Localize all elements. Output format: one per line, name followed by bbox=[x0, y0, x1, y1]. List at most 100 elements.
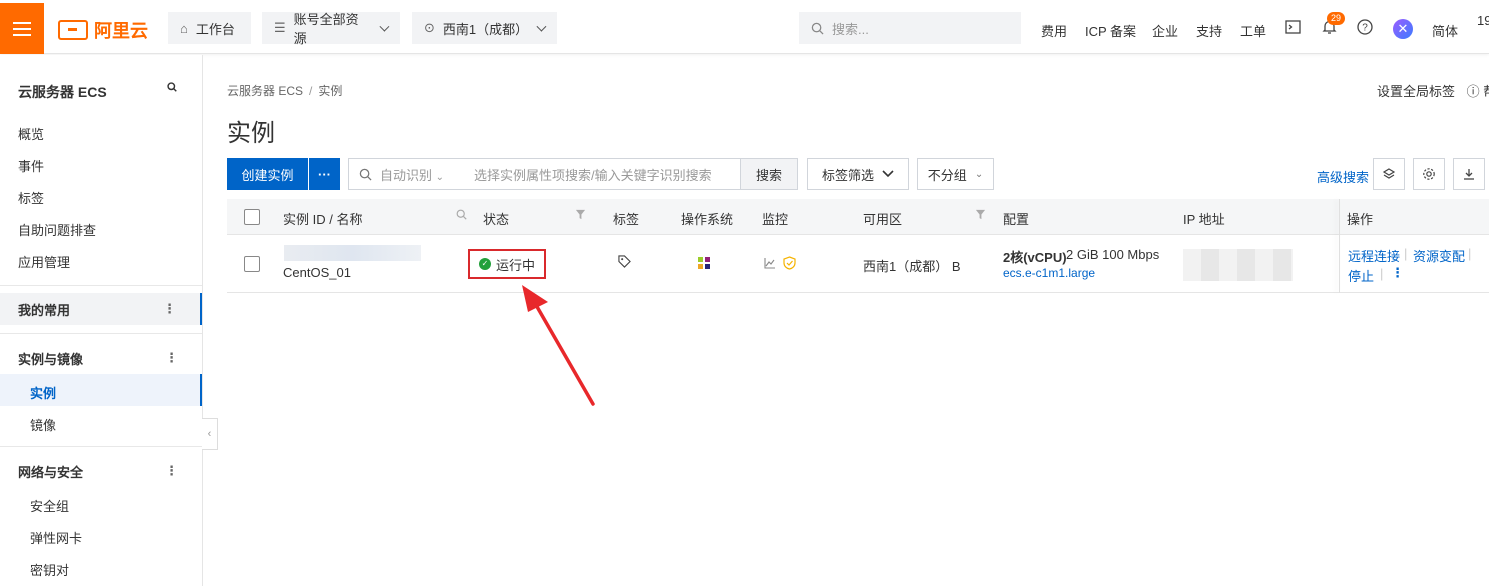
tag-filter-dropdown[interactable]: 标签筛选 bbox=[807, 158, 909, 190]
top-right-actions: 设置全局标签 ⓘ 帮助 bbox=[1377, 81, 1489, 100]
group-by-dropdown[interactable]: 不分组 ⌄ bbox=[917, 158, 994, 190]
more-actions-button[interactable]: ··· bbox=[309, 158, 340, 190]
notification-badge: 29 bbox=[1327, 12, 1346, 25]
column-header-status[interactable]: 状态 bbox=[483, 209, 509, 228]
instance-filter-input[interactable]: 自动识别 ⌄ 选择实例属性项搜索/输入关键字识别搜索 bbox=[348, 158, 741, 190]
more-vertical-icon[interactable]: ⋮ bbox=[1391, 265, 1404, 281]
select-all-checkbox[interactable] bbox=[244, 209, 260, 225]
actions-column-divider bbox=[1339, 199, 1340, 293]
config-memory: 2 GiB 100 Mbps bbox=[1066, 247, 1160, 262]
remote-connect-link[interactable]: 远程连接 bbox=[1348, 246, 1400, 265]
help-link[interactable]: 帮助 bbox=[1483, 84, 1489, 99]
global-search-input[interactable]: 搜索... bbox=[799, 12, 1021, 44]
sidebar-item-key-pair[interactable]: 密钥对 bbox=[30, 560, 69, 579]
aliyun-logo-icon bbox=[58, 20, 88, 40]
sidebar-collapse-button[interactable]: ‹ bbox=[202, 418, 218, 450]
sidebar-group-label: 实例与镜像 bbox=[18, 351, 84, 367]
workbench-label: 工作台 bbox=[195, 21, 235, 37]
global-tags-link[interactable]: 设置全局标签 bbox=[1377, 84, 1455, 99]
search-button[interactable]: 搜索 bbox=[740, 158, 798, 190]
nav-link-billing[interactable]: 费用 bbox=[1041, 21, 1067, 40]
row-select-checkbox[interactable] bbox=[244, 256, 260, 272]
instance-type-link[interactable]: ecs.e-c1m1.large bbox=[1003, 266, 1095, 280]
sidebar-search-icon[interactable] bbox=[167, 82, 177, 95]
monitor-chart-icon[interactable] bbox=[764, 257, 776, 272]
sidebar-group-label: 网络与安全 bbox=[18, 464, 84, 480]
sidebar-group-favorites[interactable]: 我的常用 ⋮ bbox=[0, 293, 202, 325]
sidebar-item-images[interactable]: 镜像 bbox=[30, 415, 56, 434]
user-avatar[interactable]: ✕ bbox=[1393, 19, 1413, 39]
nav-link-enterprise[interactable]: 企业 bbox=[1152, 21, 1178, 40]
column-header-config: 配置 bbox=[1003, 212, 1030, 227]
chevron-down-icon: ⌄ bbox=[974, 168, 984, 180]
column-header-instance-id[interactable]: 实例 ID / 名称 bbox=[283, 209, 362, 228]
shield-check-icon[interactable] bbox=[783, 256, 796, 273]
instance-table-header: 实例 ID / 名称 状态 标签 操作系统 监控 可用区 配置 IP 地址 操作 bbox=[227, 199, 1489, 235]
sidebar-item-instances[interactable]: 实例 bbox=[30, 383, 56, 402]
page-title: 实例 bbox=[227, 120, 275, 147]
aliyun-logo[interactable]: 阿里云 bbox=[58, 17, 148, 43]
filter-funnel-icon[interactable] bbox=[975, 209, 986, 223]
sidebar-divider bbox=[0, 285, 202, 286]
sidebar-item-eni[interactable]: 弹性网卡 bbox=[30, 528, 82, 547]
search-icon bbox=[359, 168, 372, 181]
more-vertical-icon[interactable]: ⋮ bbox=[165, 350, 178, 366]
language-switch[interactable]: 简体 bbox=[1432, 21, 1458, 40]
settings-gear-icon[interactable] bbox=[1413, 158, 1445, 190]
breadcrumb-ecs[interactable]: 云服务器 ECS bbox=[227, 84, 303, 98]
stack-icon: ☰ bbox=[274, 20, 286, 35]
resource-scope-dropdown[interactable]: ☰ 账号全部资源 bbox=[262, 12, 400, 46]
hamburger-menu-button[interactable] bbox=[0, 3, 44, 54]
sidebar-group-instances-images[interactable]: 实例与镜像 ⋮ bbox=[0, 342, 202, 374]
column-header-monitoring: 监控 bbox=[762, 212, 789, 227]
annotation-arrow bbox=[522, 285, 595, 406]
action-divider: | bbox=[1404, 246, 1408, 261]
column-header-actions: 操作 bbox=[1347, 212, 1374, 227]
help-icon[interactable]: ? bbox=[1356, 18, 1374, 36]
filter-mode-dropdown[interactable]: 自动识别 ⌄ bbox=[380, 165, 444, 184]
status-running-highlight: ✓ 运行中 bbox=[468, 249, 546, 279]
nav-link-ticket[interactable]: 工单 bbox=[1240, 21, 1266, 40]
help-circle-icon[interactable]: ⓘ bbox=[1467, 84, 1480, 99]
tag-icon[interactable] bbox=[618, 255, 631, 271]
search-icon bbox=[811, 22, 824, 35]
check-circle-icon: ✓ bbox=[478, 258, 491, 270]
sidebar-item-overview[interactable]: 概览 bbox=[18, 124, 44, 143]
nav-link-icp[interactable]: ICP 备案 bbox=[1085, 21, 1136, 40]
more-vertical-icon[interactable]: ⋮ bbox=[163, 301, 176, 317]
more-vertical-icon[interactable]: ⋮ bbox=[165, 463, 178, 479]
status-running-label: 运行中 bbox=[495, 257, 535, 273]
layers-icon[interactable] bbox=[1373, 158, 1405, 190]
region-label: 西南1（成都） bbox=[442, 21, 529, 37]
logo-text: 阿里云 bbox=[94, 21, 148, 41]
sidebar-item-troubleshoot[interactable]: 自助问题排查 bbox=[18, 220, 96, 239]
sidebar-item-app-management[interactable]: 应用管理 bbox=[18, 252, 70, 271]
stop-link[interactable]: 停止 bbox=[1348, 266, 1374, 285]
create-instance-button[interactable]: 创建实例 bbox=[227, 158, 308, 190]
top-navigation-bar: 阿里云 ⌂ 工作台 ☰ 账号全部资源 ⊙ 西南1（成都） 搜索... 费用 IC… bbox=[0, 0, 1489, 54]
action-divider: | bbox=[1380, 266, 1384, 281]
workbench-button[interactable]: ⌂ 工作台 bbox=[168, 12, 251, 44]
cloud-shell-icon[interactable] bbox=[1284, 18, 1302, 36]
breadcrumb: 云服务器 ECS / 实例 bbox=[227, 84, 343, 98]
nav-link-support[interactable]: 支持 bbox=[1196, 21, 1222, 40]
sidebar-divider bbox=[0, 446, 202, 447]
instance-name[interactable]: CentOS_01 bbox=[283, 265, 351, 280]
sidebar-item-security-group[interactable]: 安全组 bbox=[30, 496, 69, 515]
chevron-down-icon bbox=[536, 21, 547, 31]
group-by-label: 不分组 bbox=[927, 167, 967, 183]
sidebar-group-network-security[interactable]: 网络与安全 ⋮ bbox=[0, 455, 202, 487]
filter-funnel-icon[interactable] bbox=[575, 209, 586, 223]
chevron-down-icon bbox=[882, 170, 894, 178]
column-search-icon[interactable] bbox=[456, 209, 467, 223]
sidebar-item-tags[interactable]: 标签 bbox=[18, 188, 44, 207]
download-icon[interactable] bbox=[1453, 158, 1485, 190]
sidebar-title: 云服务器 ECS bbox=[18, 84, 107, 100]
redacted-ip-address bbox=[1183, 249, 1293, 281]
region-dropdown[interactable]: ⊙ 西南1（成都） bbox=[412, 12, 557, 44]
config-cpu-text: 2核(vCPU) bbox=[1003, 250, 1067, 265]
column-header-zone: 可用区 bbox=[863, 212, 903, 227]
sidebar-item-events[interactable]: 事件 bbox=[18, 156, 44, 175]
resize-link[interactable]: 资源变配 bbox=[1413, 246, 1465, 265]
advanced-search-link[interactable]: 高级搜索 bbox=[1317, 167, 1369, 186]
